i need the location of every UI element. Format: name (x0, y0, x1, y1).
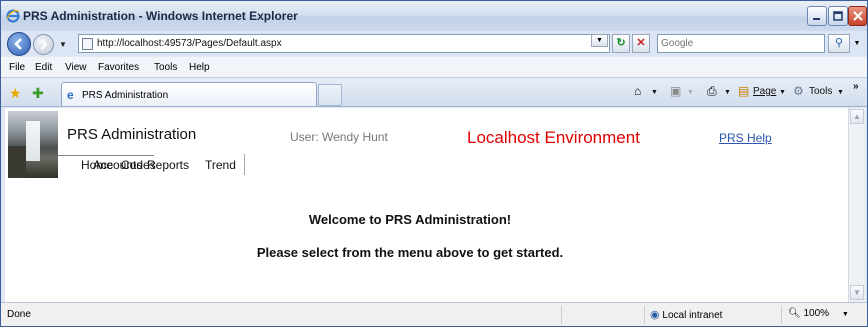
refresh-icon: ↻ (616, 37, 626, 49)
tab-label: PRS Administration (82, 90, 169, 101)
page-menu-icon: ▤ (738, 84, 750, 98)
menu-bar: File Edit View Favorites Tools Help (1, 57, 867, 78)
address-url: http://localhost:49573/Pages/Default.asp… (97, 38, 282, 49)
logo-waterfall (26, 121, 40, 161)
home-icon[interactable]: ⌂ (634, 84, 641, 98)
ie-page-icon: e (67, 88, 74, 102)
stop-button[interactable]: ✕ (632, 34, 650, 53)
menu-view[interactable]: View (65, 62, 87, 73)
status-divider (561, 306, 562, 324)
menu-file[interactable]: File (9, 62, 25, 73)
browser-window: PRS Administration - Windows Internet Ex… (0, 0, 868, 327)
dam-logo-image (8, 111, 58, 178)
feeds-icon[interactable]: ▣ (670, 84, 681, 98)
tools-dropdown-icon[interactable]: ▼ (837, 89, 844, 96)
close-button[interactable] (848, 6, 867, 26)
forward-button[interactable] (33, 34, 54, 55)
new-tab-button[interactable] (318, 84, 342, 106)
tab-bar: ★ ✚ e PRS Administration ⌂ ▼ ▣ ▼ ⎙ ▼ ▤ P… (1, 79, 867, 107)
forward-arrow-icon (41, 39, 48, 50)
title-bar: PRS Administration - Windows Internet Ex… (1, 1, 867, 31)
menu-item-trend[interactable]: Trend (205, 158, 236, 172)
tools-menu-button[interactable]: Tools (809, 86, 832, 97)
instructions-text: Please select from the menu above to get… (256, 245, 564, 260)
status-text: Done (7, 309, 31, 320)
maximize-icon (833, 11, 843, 21)
app-title: PRS Administration (67, 126, 197, 143)
zoom-control[interactable]: 🔍︎ 100% ▼ (788, 308, 849, 319)
favorites-star-icon[interactable]: ★ (9, 85, 22, 102)
stop-icon: ✕ (636, 37, 646, 49)
search-icon: ⚲ (834, 37, 844, 49)
address-row: ▼ http://localhost:49573/Pages/Default.a… (1, 31, 867, 56)
minimize-button[interactable] (807, 6, 827, 26)
minimize-icon (813, 18, 820, 20)
status-bar: Done ◉ Local intranet 🔍︎ 100% ▼ (1, 302, 867, 326)
page-icon (82, 38, 93, 50)
zoom-dropdown-icon: ▼ (841, 311, 849, 318)
back-arrow-icon (14, 38, 22, 50)
search-field[interactable] (657, 34, 825, 53)
toolbar-overflow-icon[interactable]: » (853, 81, 859, 92)
gear-icon: ⚙ (793, 84, 804, 98)
zone-label: Local intranet (662, 310, 723, 321)
tab-prs-administration[interactable]: e PRS Administration (61, 82, 317, 106)
ie-logo-icon (6, 9, 20, 23)
current-user: User: Wendy Hunt (290, 130, 388, 144)
environment-label: Localhost Environment (467, 128, 640, 147)
scroll-down-icon[interactable]: ▼ (850, 285, 864, 300)
welcome-heading: Welcome to PRS Administration! (308, 212, 512, 227)
menu-help[interactable]: Help (189, 62, 210, 73)
page-menu-button[interactable]: Page (753, 86, 776, 97)
menu-edit[interactable]: Edit (35, 62, 52, 73)
home-dropdown-icon[interactable]: ▼ (651, 89, 658, 96)
refresh-button[interactable]: ↻ (612, 34, 630, 53)
close-icon (852, 11, 863, 21)
menu-separator (244, 154, 245, 175)
logo-rock (8, 146, 26, 178)
add-favorites-icon[interactable]: ✚ (32, 85, 44, 102)
window-title: PRS Administration - Windows Internet Ex… (23, 9, 298, 23)
maximize-button[interactable] (828, 6, 848, 26)
recent-pages-dropdown-icon[interactable]: ▼ (59, 40, 67, 49)
address-dropdown-icon[interactable]: ▼ (591, 34, 608, 47)
search-options-dropdown-icon[interactable]: ▼ (851, 34, 863, 53)
back-button[interactable] (7, 32, 31, 56)
page-content: PRS Administration User: Wendy Hunt Loca… (5, 108, 848, 302)
scroll-up-icon[interactable]: ▲ (850, 109, 864, 124)
search-input[interactable] (658, 35, 818, 52)
address-input[interactable]: http://localhost:49573/Pages/Default.asp… (78, 34, 610, 53)
menu-tools[interactable]: Tools (154, 62, 177, 73)
feeds-dropdown-icon[interactable]: ▼ (687, 89, 694, 96)
vertical-scrollbar[interactable]: ▲ ▼ (848, 108, 865, 302)
status-divider (781, 306, 782, 324)
zoom-level: 100% (803, 308, 830, 319)
page-dropdown-icon[interactable]: ▼ (779, 89, 786, 96)
help-link[interactable]: PRS Help (719, 131, 772, 145)
globe-icon: ◉ (650, 309, 660, 321)
menu-item-reports[interactable]: Reports (147, 158, 189, 172)
security-zone[interactable]: ◉ Local intranet (650, 308, 722, 321)
search-button[interactable]: ⚲ (828, 34, 850, 53)
status-divider (644, 306, 645, 324)
menu-divider (58, 155, 154, 156)
menu-favorites[interactable]: Favorites (98, 62, 139, 73)
zoom-icon: 🔍︎ (788, 308, 801, 319)
print-dropdown-icon[interactable]: ▼ (724, 89, 731, 96)
print-icon[interactable]: ⎙ (707, 84, 717, 99)
app-menu: Home Accounts Codes Reports Trend (81, 158, 246, 174)
